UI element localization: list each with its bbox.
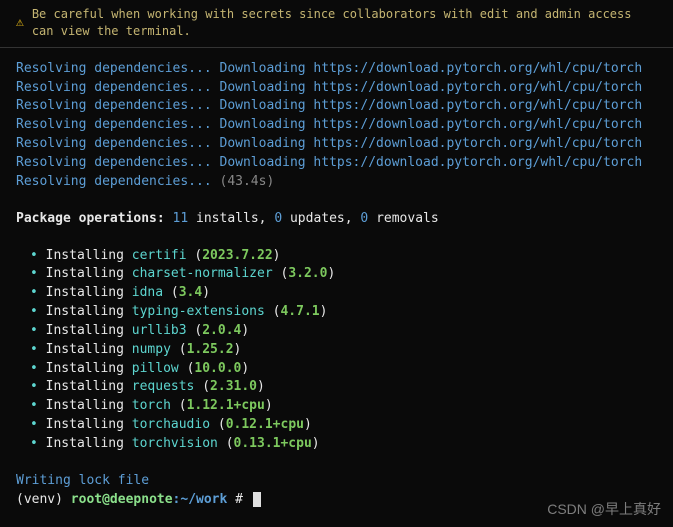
warning-bar: ⚠ Be careful when working with secrets s… <box>0 0 673 48</box>
install-line: • Installing pillow (10.0.0) <box>16 360 657 379</box>
warning-icon: ⚠ <box>16 14 24 33</box>
install-line: • Installing torchaudio (0.12.1+cpu) <box>16 416 657 435</box>
resolving-line: Resolving dependencies... Downloading ht… <box>16 135 657 154</box>
install-line: • Installing typing-extensions (4.7.1) <box>16 303 657 322</box>
resolving-line: Resolving dependencies... Downloading ht… <box>16 79 657 98</box>
watermark: CSDN @早上真好 <box>547 499 661 519</box>
warning-text: Be careful when working with secrets sin… <box>32 6 657 41</box>
resolving-line: Resolving dependencies... Downloading ht… <box>16 60 657 79</box>
cursor <box>253 492 261 507</box>
install-line: • Installing urllib3 (2.0.4) <box>16 322 657 341</box>
install-line: • Installing numpy (1.25.2) <box>16 341 657 360</box>
resolving-line: Resolving dependencies... Downloading ht… <box>16 154 657 173</box>
install-line: • Installing idna (3.4) <box>16 284 657 303</box>
install-line: • Installing torch (1.12.1+cpu) <box>16 397 657 416</box>
writing-lock-file: Writing lock file <box>16 472 657 491</box>
install-line: • Installing torchvision (0.13.1+cpu) <box>16 435 657 454</box>
resolving-final: Resolving dependencies... (43.4s) <box>16 173 657 192</box>
resolving-line: Resolving dependencies... Downloading ht… <box>16 116 657 135</box>
installs-block: • Installing certifi (2023.7.22)• Instal… <box>16 247 657 454</box>
install-line: • Installing requests (2.31.0) <box>16 378 657 397</box>
install-line: • Installing charset-normalizer (3.2.0) <box>16 265 657 284</box>
terminal-output[interactable]: Resolving dependencies... Downloading ht… <box>0 48 673 522</box>
package-operations-line: Package operations: 11 installs, 0 updat… <box>16 210 657 229</box>
resolving-line: Resolving dependencies... Downloading ht… <box>16 97 657 116</box>
install-line: • Installing certifi (2023.7.22) <box>16 247 657 266</box>
resolving-block: Resolving dependencies... Downloading ht… <box>16 60 657 192</box>
